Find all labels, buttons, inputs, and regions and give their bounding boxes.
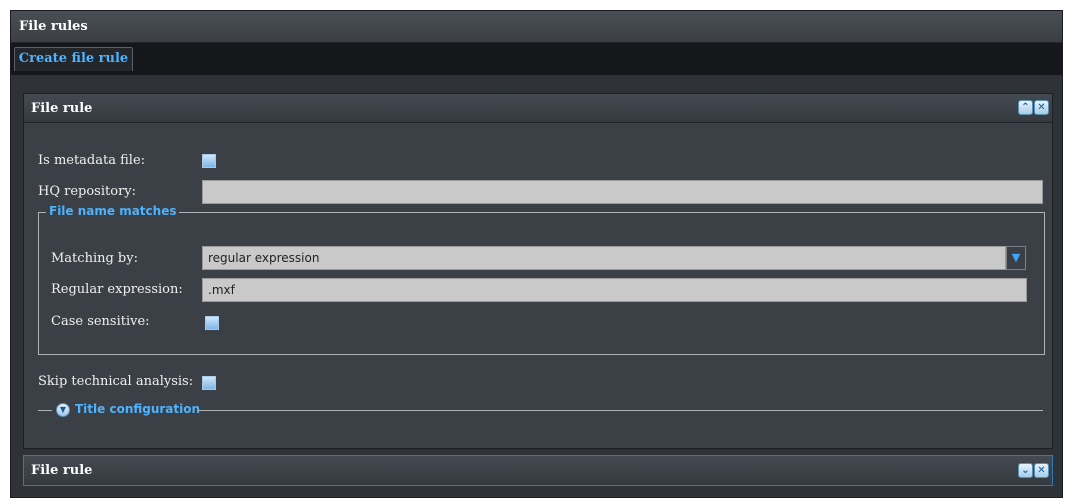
matching-by-select[interactable]: regular expression: [202, 246, 1006, 270]
file-name-matches-legend: File name matches: [46, 204, 180, 218]
skip-technical-analysis-checkbox[interactable]: [202, 376, 216, 390]
window-title: File rules: [19, 19, 88, 34]
panel-header[interactable]: File rule ⌃ ✕: [24, 94, 1052, 123]
panel-title: File rule: [31, 101, 93, 116]
divider: [38, 410, 52, 411]
close-icon[interactable]: ✕: [1034, 100, 1049, 115]
regular-expression-input[interactable]: .mxf: [202, 278, 1027, 302]
file-rules-window: File rules Create file rule File rule ⌃ …: [10, 10, 1063, 498]
toolbar: Create file rule: [11, 43, 1062, 75]
file-rule-panel-collapsed: File rule ⌄ ✕: [23, 455, 1053, 486]
panel-header[interactable]: File rule ⌄ ✕: [24, 456, 1052, 485]
hq-repository-input[interactable]: [202, 180, 1043, 204]
file-rule-panel: File rule ⌃ ✕ Is metadata file: HQ repos…: [23, 93, 1053, 449]
collapse-up-icon[interactable]: ⌃: [1018, 100, 1033, 115]
case-sensitive-label: Case sensitive:: [51, 314, 150, 329]
matching-by-label: Matching by:: [51, 251, 138, 266]
hq-repository-label: HQ repository:: [38, 184, 137, 199]
divider: [198, 410, 1043, 411]
window-titlebar: File rules: [11, 11, 1062, 43]
skip-technical-analysis-label: Skip technical analysis:: [38, 374, 194, 389]
is-metadata-file-label: Is metadata file:: [38, 153, 146, 168]
create-file-rule-button[interactable]: Create file rule: [14, 47, 133, 71]
case-sensitive-checkbox[interactable]: [205, 316, 219, 330]
close-icon[interactable]: ✕: [1034, 463, 1049, 478]
chevron-down-icon[interactable]: ▼: [1006, 246, 1026, 270]
expand-down-icon[interactable]: ⌄: [1018, 463, 1033, 478]
regular-expression-label: Regular expression:: [51, 282, 183, 297]
title-configuration-toggle[interactable]: Title configuration: [72, 402, 204, 416]
chevron-down-icon[interactable]: ▼: [56, 403, 70, 417]
panel-title: File rule: [31, 463, 93, 478]
is-metadata-file-checkbox[interactable]: [202, 154, 216, 168]
